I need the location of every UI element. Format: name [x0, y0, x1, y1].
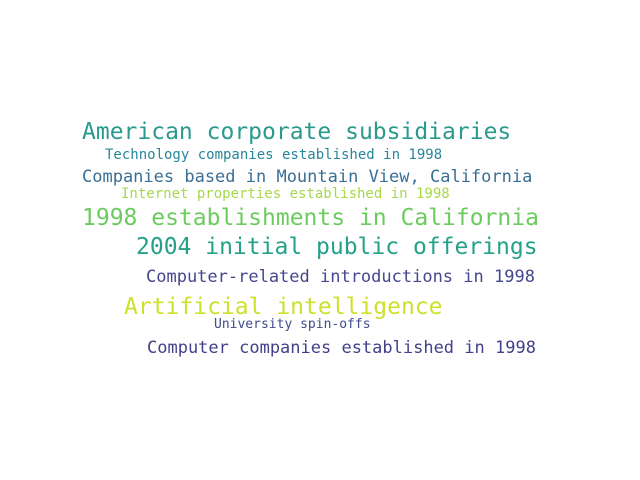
word-computer-related-introductions-1998: Computer-related introductions in 1998 — [146, 267, 535, 287]
word-computer-companies-1998: Computer companies established in 1998 — [147, 338, 536, 358]
word-1998-establishments-california: 1998 establishments in California — [82, 205, 539, 231]
word-cloud: American corporate subsidiaries Technolo… — [0, 0, 640, 480]
word-artificial-intelligence: Artificial intelligence — [124, 294, 443, 320]
word-american-corporate-subsidiaries: American corporate subsidiaries — [82, 119, 512, 145]
word-internet-properties-1998: Internet properties established in 1998 — [121, 186, 450, 202]
word-2004-ipos: 2004 initial public offerings — [136, 234, 538, 260]
word-companies-mountain-view: Companies based in Mountain View, Califo… — [82, 167, 533, 187]
word-technology-companies-established-1998: Technology companies established in 1998 — [105, 147, 443, 163]
word-university-spin-offs: University spin-offs — [214, 317, 371, 332]
